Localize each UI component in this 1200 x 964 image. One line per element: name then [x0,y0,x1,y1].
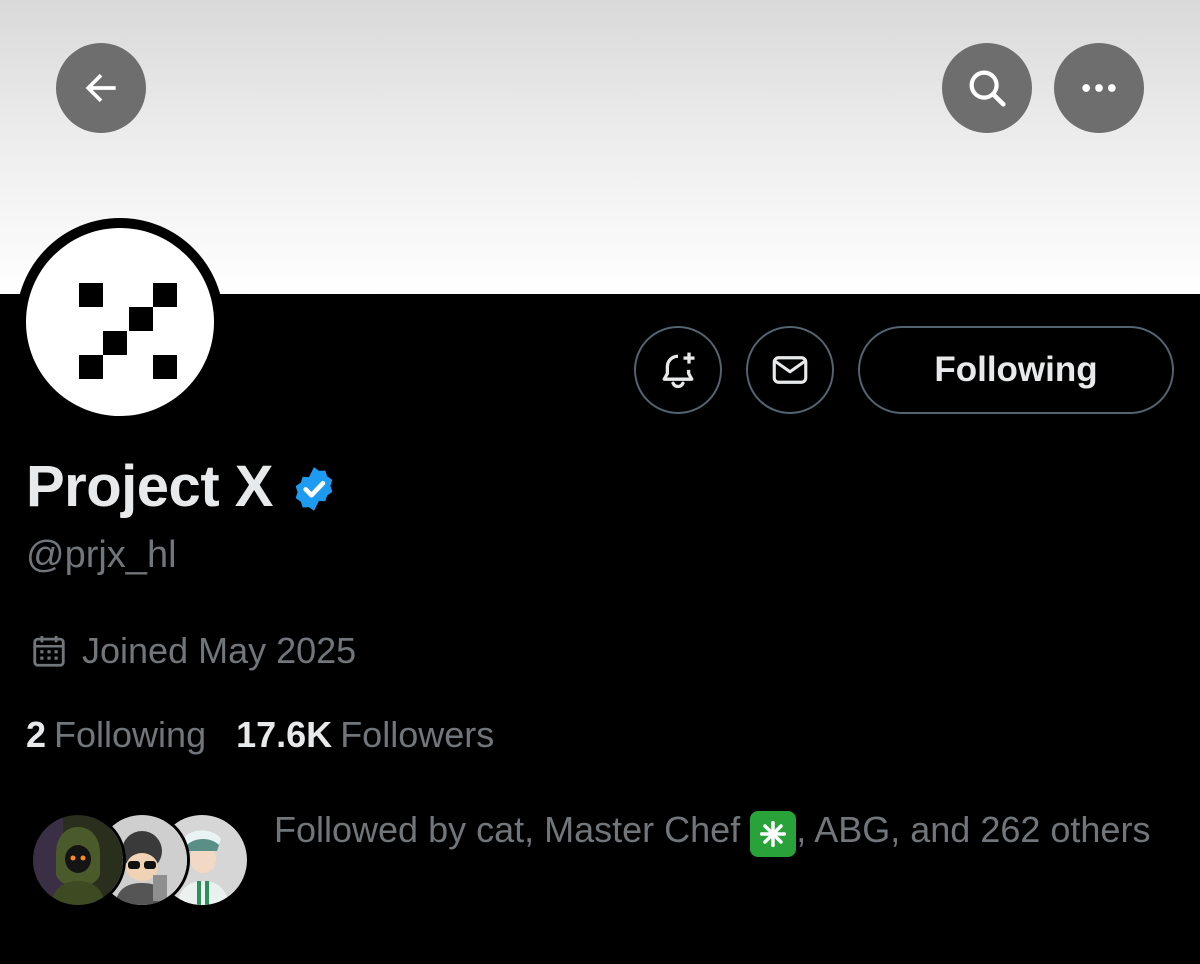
following-link[interactable]: 2 Following [26,714,206,756]
arrow-left-icon [85,73,116,103]
follow-stats: 2 Following 17.6K Followers [26,714,494,756]
project-x-logo-icon [79,283,177,379]
follower-avatar[interactable] [30,812,126,908]
search-icon [969,70,1006,107]
display-name-row: Project X [26,450,339,522]
notifications-button[interactable] [634,326,722,414]
envelope-icon [772,356,808,384]
user-handle: @prjx_hl [26,534,177,576]
following-button[interactable]: Following [858,326,1174,414]
sparkle-emoji-icon [750,811,797,857]
message-button[interactable] [746,326,834,414]
verified-badge-icon[interactable] [289,464,339,514]
profile-avatar[interactable] [16,218,224,426]
followed-by-suffix: , ABG, and 262 others [796,809,1151,850]
followed-by-prefix: Followed by cat, Master Chef [274,809,751,850]
display-name: Project X [26,453,273,519]
search-button[interactable] [942,43,1032,133]
followers-link[interactable]: 17.6K Followers [236,714,494,756]
following-count: 2 [26,714,47,755]
avatar-logo [26,228,214,416]
back-button[interactable] [56,43,146,133]
joined-date-row: Joined May 2025 [30,630,356,672]
more-options-button[interactable] [1054,43,1144,133]
bell-plus-icon [662,352,695,389]
calendar-icon [33,635,65,667]
followers-label: Followers [340,714,495,755]
following-label: Following [54,714,207,755]
more-icon [1082,84,1116,92]
followers-count: 17.6K [236,714,333,755]
followed-by-text[interactable]: Followed by cat, Master Chef , ABG, and … [274,802,1174,858]
joined-date: Joined May 2025 [82,630,357,671]
